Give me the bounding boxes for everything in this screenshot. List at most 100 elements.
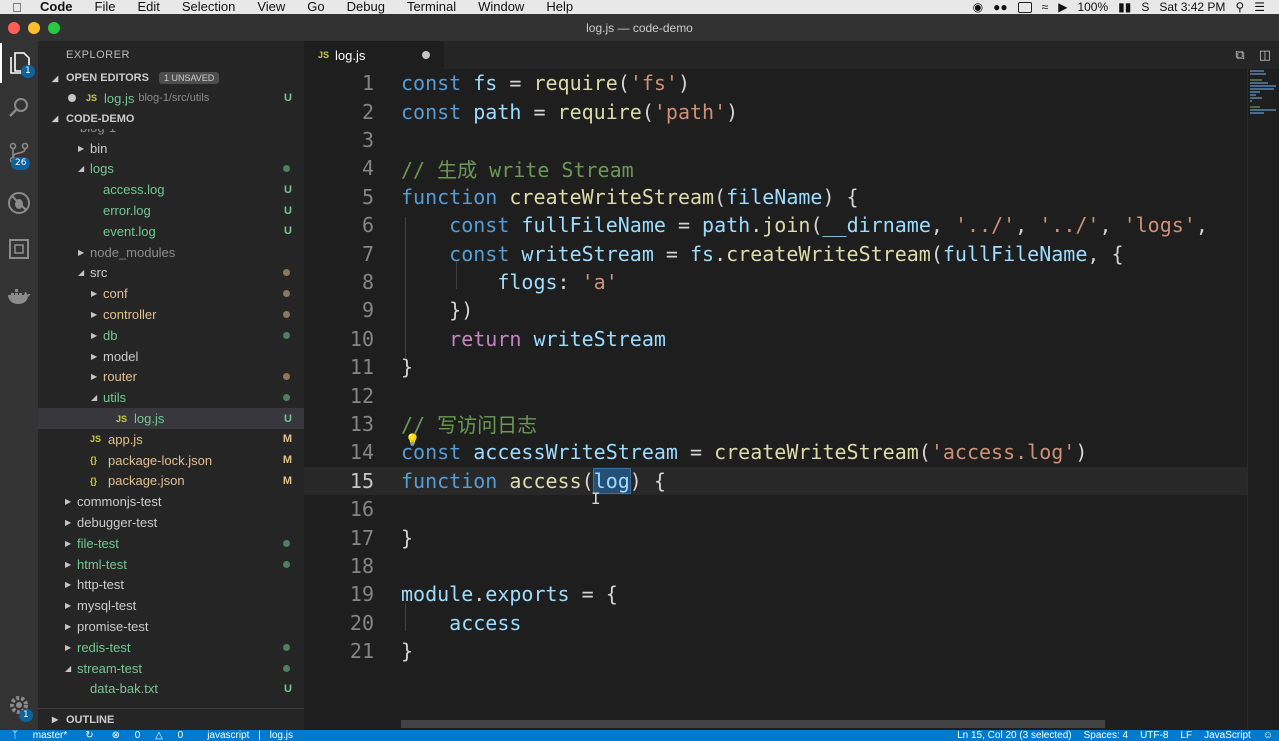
explorer-activity[interactable]: 1	[0, 43, 38, 83]
code-line[interactable]: 21}	[304, 637, 1247, 665]
sync-icon[interactable]: ↻	[79, 730, 99, 741]
unsaved-dot-icon[interactable]	[68, 94, 76, 103]
feedback-icon[interactable]: ☺	[1257, 730, 1279, 741]
code-line[interactable]: 9 })	[304, 296, 1247, 324]
tree-item-data-bak-txt[interactable]: data-bak.txt U	[38, 679, 304, 700]
tree-item-stream-test[interactable]: ◢ stream-test	[38, 658, 304, 679]
tree-item-log-js[interactable]: JS log.js U	[38, 408, 304, 429]
tree-item-app-js[interactable]: JS app.js M	[38, 429, 304, 450]
code-line[interactable]: 11}	[304, 353, 1247, 381]
notification-center-icon[interactable]: ☰	[1254, 0, 1265, 14]
code-line[interactable]: 8 flogs: 'a'	[304, 268, 1247, 296]
open-editors-header[interactable]: ◢ OPEN EDITORS 1 UNSAVED	[38, 68, 304, 88]
line-ending[interactable]: LF	[1174, 730, 1198, 741]
code-line[interactable]: 16	[304, 495, 1247, 523]
battery-icon[interactable]: ▮▮	[1118, 0, 1131, 14]
menu-terminal[interactable]: Terminal	[396, 0, 467, 14]
menu-help[interactable]: Help	[535, 0, 584, 14]
code-line[interactable]: 13 // 写访问日志	[304, 410, 1247, 438]
tree-item-commonjs-test[interactable]: ▶ commonjs-test	[38, 491, 304, 512]
code-line[interactable]: 1 const fs = require('fs')	[304, 69, 1247, 97]
tree-item-debugger-test[interactable]: ▶ debugger-test	[38, 512, 304, 533]
encoding[interactable]: UTF-8	[1134, 730, 1174, 741]
outline-header[interactable]: ▶ OUTLINE	[38, 708, 304, 730]
chevron-right-icon[interactable]: ▶	[65, 601, 77, 610]
menu-debug[interactable]: Debug	[336, 0, 396, 14]
code-line[interactable]: 10 return writeStream	[304, 325, 1247, 353]
tree-item-logs[interactable]: ◢ logs	[38, 159, 304, 180]
tab-log-js[interactable]: JS log.js	[304, 41, 444, 69]
chevron-down-icon[interactable]: ◢	[91, 393, 103, 402]
language-mode[interactable]: JavaScript	[1198, 730, 1257, 741]
sogou-icon[interactable]: S	[1141, 0, 1149, 14]
code-line[interactable]: 19 module.exports = {	[304, 580, 1247, 608]
input-method-icon[interactable]	[1017, 1, 1032, 13]
code-line[interactable]: 17}	[304, 523, 1247, 551]
code-line[interactable]: 6 const fullFileName = path.join(__dirna…	[304, 211, 1247, 239]
chevron-right-icon[interactable]: ▶	[91, 372, 103, 381]
chevron-right-icon[interactable]: ▶	[65, 580, 77, 589]
tree-item-access-log[interactable]: access.log U	[38, 179, 304, 200]
code-line[interactable]: 2 const path = require('path')	[304, 97, 1247, 125]
code-line[interactable]: 12	[304, 381, 1247, 409]
tree-item-http-test[interactable]: ▶ http-test	[38, 575, 304, 596]
tree-item-redis-test[interactable]: ▶ redis-test	[38, 637, 304, 658]
menu-selection[interactable]: Selection	[171, 0, 246, 14]
apple-icon[interactable]: 	[0, 0, 34, 14]
chevron-right-icon[interactable]: ▶	[91, 352, 103, 361]
indentation[interactable]: Spaces: 4	[1078, 730, 1134, 741]
docker-activity[interactable]	[0, 277, 38, 317]
tree-item-mysql-test[interactable]: ▶ mysql-test	[38, 595, 304, 616]
menu-view[interactable]: View	[246, 0, 296, 14]
chevron-right-icon[interactable]: ▶	[78, 248, 90, 257]
minimap[interactable]	[1247, 69, 1279, 730]
menu-app[interactable]: Code	[34, 0, 84, 14]
code-line[interactable]: 15 function access(log) {	[304, 466, 1247, 495]
debug-activity[interactable]	[0, 183, 38, 223]
tree-item-controller[interactable]: ▶ controller	[38, 304, 304, 325]
tree-item-utils[interactable]: ◢ utils	[38, 387, 304, 408]
menu-file[interactable]: File	[84, 0, 127, 14]
code-line[interactable]: 14 const accessWriteStream = createWriteS…	[304, 438, 1247, 466]
chevron-right-icon[interactable]: ▶	[65, 622, 77, 631]
menu-window[interactable]: Window	[467, 0, 535, 14]
chevron-down-icon[interactable]: ◢	[65, 664, 77, 673]
tree-item-router[interactable]: ▶ router	[38, 367, 304, 388]
lightbulb-icon[interactable]: 💡	[405, 433, 420, 447]
tree-item-bin[interactable]: ▶ bin	[38, 138, 304, 159]
code-line[interactable]: 3	[304, 126, 1247, 154]
tree-item-blog-1[interactable]: blog-1	[38, 129, 116, 138]
menubar-clock[interactable]: Sat 3:42 PM	[1159, 0, 1225, 14]
code-line[interactable]: 4 // 生成 write Stream	[304, 154, 1247, 182]
tree-item-file-test[interactable]: ▶ file-test	[38, 533, 304, 554]
open-editor-item[interactable]: JS log.js blog-1/src/utils U	[38, 88, 304, 109]
problems-indicator[interactable]: ⊗ 0 △ 0	[100, 730, 196, 741]
code-line[interactable]: 20 access	[304, 609, 1247, 637]
wechat-icon[interactable]: ●●	[993, 0, 1008, 14]
chevron-down-icon[interactable]: ◢	[78, 164, 90, 173]
tree-item-package-lock-json[interactable]: {} package-lock.json M	[38, 450, 304, 471]
chevron-right-icon[interactable]: ▶	[91, 289, 103, 298]
breadcrumb[interactable]: javascript | log.js	[195, 730, 305, 741]
source-control-activity[interactable]: 26	[0, 133, 38, 173]
tree-item-error-log[interactable]: error.log U	[38, 200, 304, 221]
project-header[interactable]: ◢ CODE-DEMO	[38, 109, 304, 129]
chevron-right-icon[interactable]: ▶	[65, 560, 77, 569]
horizontal-scrollbar[interactable]	[401, 720, 1105, 728]
spotlight-search-icon[interactable]: ⚲	[1235, 0, 1244, 14]
chevron-right-icon[interactable]: ▶	[65, 539, 77, 548]
chevron-right-icon[interactable]: ▶	[65, 497, 77, 506]
split-editor-icon[interactable]: ◫	[1259, 48, 1271, 63]
open-changes-icon[interactable]: ⧉	[1235, 48, 1244, 63]
search-activity[interactable]	[0, 87, 38, 127]
menu-go[interactable]: Go	[296, 0, 335, 14]
tree-item-conf[interactable]: ▶ conf	[38, 283, 304, 304]
tree-item-html-test[interactable]: ▶ html-test	[38, 554, 304, 575]
chevron-right-icon[interactable]: ▶	[91, 310, 103, 319]
chevron-right-icon[interactable]: ▶	[65, 518, 77, 527]
extensions-activity[interactable]	[0, 229, 38, 269]
tree-item-src[interactable]: ◢ src	[38, 263, 304, 284]
tree-item-node-modules[interactable]: ▶ node_modules	[38, 242, 304, 263]
code-line[interactable]: 7 const writeStream = fs.createWriteStre…	[304, 239, 1247, 267]
chevron-right-icon[interactable]: ▶	[91, 331, 103, 340]
